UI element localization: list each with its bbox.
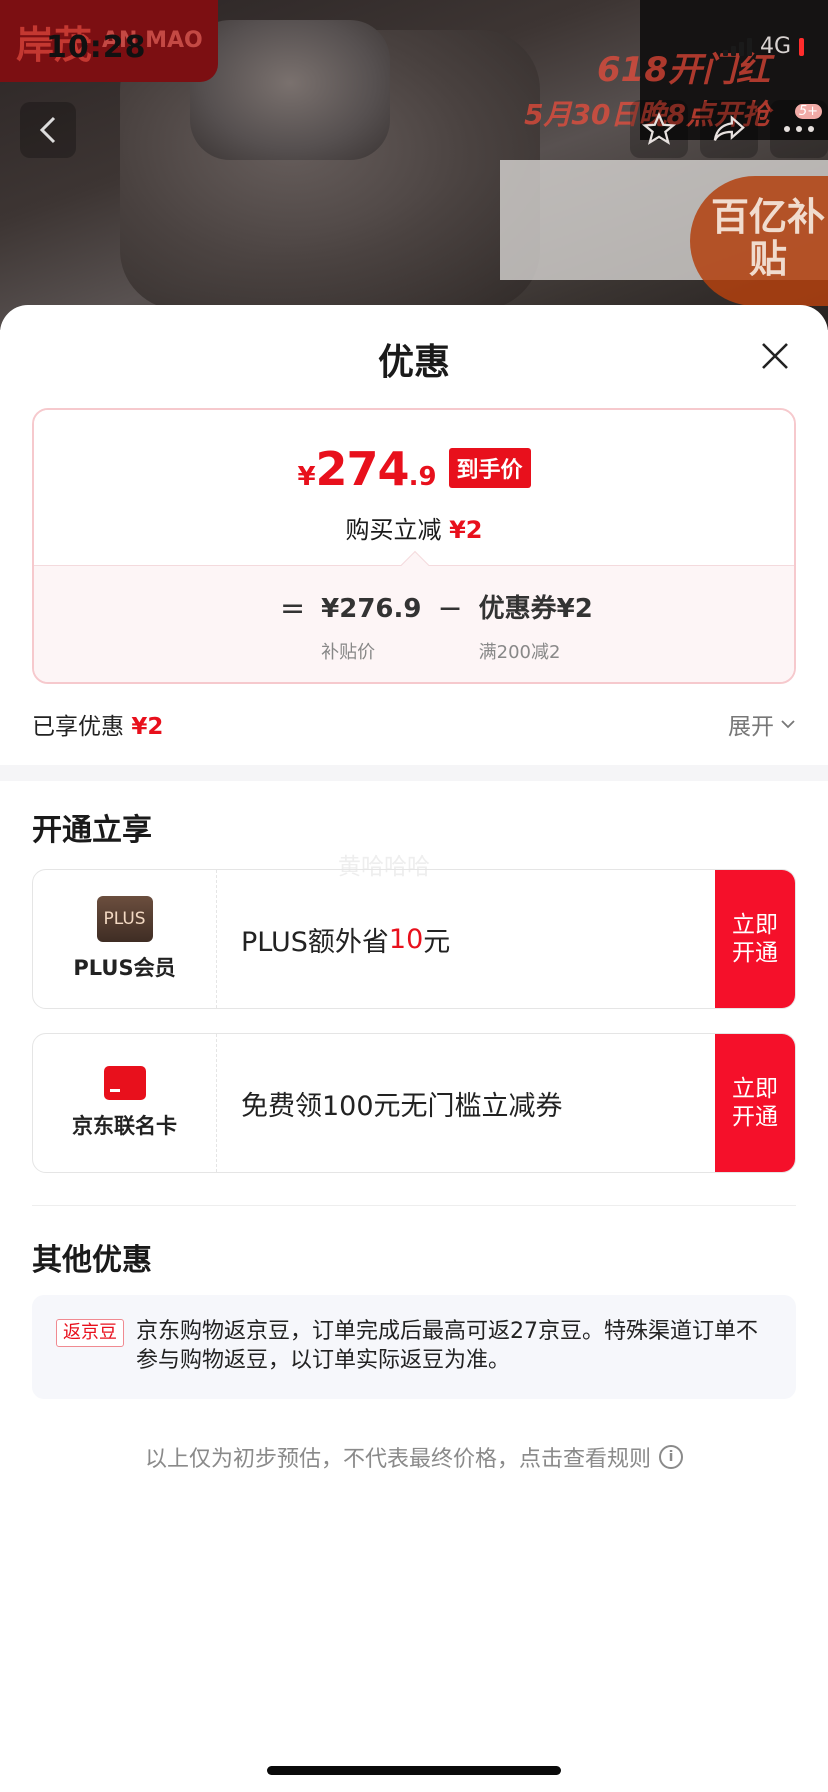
rules-link[interactable]: 以上仅为初步预估，不代表最终价格，点击查看规则 i [0, 1441, 828, 1473]
plus-desc-amount: 10 [388, 923, 424, 955]
jd-card-badge: 京东联名卡 [33, 1034, 217, 1172]
coupon-condition: 满200减2 [478, 642, 561, 663]
final-price-section: ¥ 274 .9 到手价 购买立减 ¥2 [34, 410, 794, 565]
other-section-title: 其他优惠 [32, 1243, 152, 1278]
price-card: ¥ 274 .9 到手价 购买立减 ¥2 = ¥276.9 补贴价 − 优惠券¥… [32, 408, 796, 684]
price-currency: ¥ [297, 462, 316, 492]
close-icon[interactable] [760, 341, 790, 371]
section-divider [0, 765, 828, 781]
plus-member-name: PLUS会员 [73, 956, 176, 980]
enjoyed-discount: 已享优惠 ¥2 [32, 707, 163, 741]
star-icon [642, 112, 676, 145]
minus-sign: − [437, 591, 463, 626]
plus-member-badge: PLUS PLUS会员 [33, 870, 217, 1008]
price-decimal: .9 [408, 462, 437, 492]
top-nav-actions: 5+ [630, 100, 828, 158]
cushion-image [190, 20, 390, 160]
sheet-title: 优惠 [377, 342, 450, 383]
product-hero-image: 岸茂 AN MAO 618开门红 5月30日晚8点开抢 10:28 4G 5+ … [0, 0, 828, 330]
credit-card-icon [103, 1066, 146, 1100]
chevron-down-icon [781, 720, 795, 729]
jd-card-open-button[interactable]: 立即 开通 [715, 1034, 795, 1172]
jd-beans-text: 京东购物返京豆，订单完成后最高可返27京豆。特殊渠道订单不参与购物返豆，以订单实… [136, 1319, 758, 1373]
open-section-title: 开通立享 [32, 813, 152, 848]
plus-member-offer: PLUS PLUS会员 PLUS额外省 10 元 立即 开通 [32, 869, 796, 1009]
final-price: ¥ 274 .9 到手价 [34, 442, 794, 496]
info-icon: i [659, 1445, 683, 1469]
equals-sign: = [280, 591, 306, 626]
instant-discount-label: 购买立减 [345, 516, 442, 544]
instant-discount-amount: ¥2 [449, 516, 483, 544]
enjoyed-discount-amount: ¥2 [131, 714, 164, 740]
share-icon [713, 115, 745, 141]
jd-beans-offer: 返京豆 京东购物返京豆，订单完成后最高可返27京豆。特殊渠道订单不参与购物返豆，… [32, 1295, 796, 1399]
enjoyed-discount-label: 已享优惠 [32, 714, 124, 740]
instant-discount-text: 购买立减 ¥2 [34, 510, 794, 545]
home-indicator[interactable] [267, 1766, 561, 1775]
expand-button[interactable]: 展开 [728, 707, 796, 741]
subsidy-price-value: ¥276.9 [321, 594, 422, 624]
plus-member-desc: PLUS额外省 10 元 [217, 870, 715, 1008]
plus-open-button[interactable]: 立即 开通 [715, 870, 795, 1008]
coupon-item: 优惠券¥2 满200减2 [479, 592, 593, 664]
discount-sheet: 优惠 ¥ 274 .9 到手价 购买立减 ¥2 = ¥276.9 补贴价 − 优… [0, 305, 828, 1792]
more-button[interactable]: 5+ [770, 100, 828, 158]
rules-note-text: 以上仅为初步预估，不代表最终价格，点击查看规则 [144, 1447, 651, 1472]
jd-card-name: 京东联名卡 [72, 1114, 177, 1138]
chevron-left-icon [39, 116, 56, 144]
jd-card-offer: 京东联名卡 免费领100元无门槛立减券 立即 开通 [32, 1033, 796, 1173]
plus-desc-prefix: PLUS额外省 [241, 926, 389, 958]
back-button[interactable] [20, 102, 76, 158]
subsidy-badge[interactable]: 百亿补贴 [690, 176, 828, 306]
subsidy-price-item: ¥276.9 补贴价 [321, 592, 421, 664]
status-indicators: 4G [722, 34, 804, 59]
coupon-value: 优惠券¥2 [478, 594, 593, 624]
more-dots-icon [784, 126, 814, 132]
battery-icon [799, 37, 804, 56]
plus-desc-suffix: 元 [423, 926, 451, 958]
jd-beans-tag: 返京豆 [56, 1319, 124, 1347]
price-breakdown: = ¥276.9 补贴价 − 优惠券¥2 满200减2 [34, 550, 794, 682]
jd-card-desc: 免费领100元无门槛立减券 [241, 1090, 563, 1122]
price-formula: = ¥276.9 补贴价 − 优惠券¥2 满200减2 [280, 592, 593, 664]
plus-icon: PLUS [96, 896, 153, 942]
notification-badge: 5+ [794, 104, 822, 119]
status-time: 10:28 [46, 30, 147, 65]
favorite-button[interactable] [630, 100, 688, 158]
subsidy-price-label: 补贴价 [321, 642, 376, 663]
price-integer: 274 [315, 442, 410, 496]
expand-label: 展开 [728, 714, 774, 740]
network-type: 4G [759, 34, 791, 59]
final-price-tag: 到手价 [448, 448, 531, 488]
share-button[interactable] [700, 100, 758, 158]
signal-icon [722, 37, 752, 56]
section-separator [32, 1205, 796, 1206]
